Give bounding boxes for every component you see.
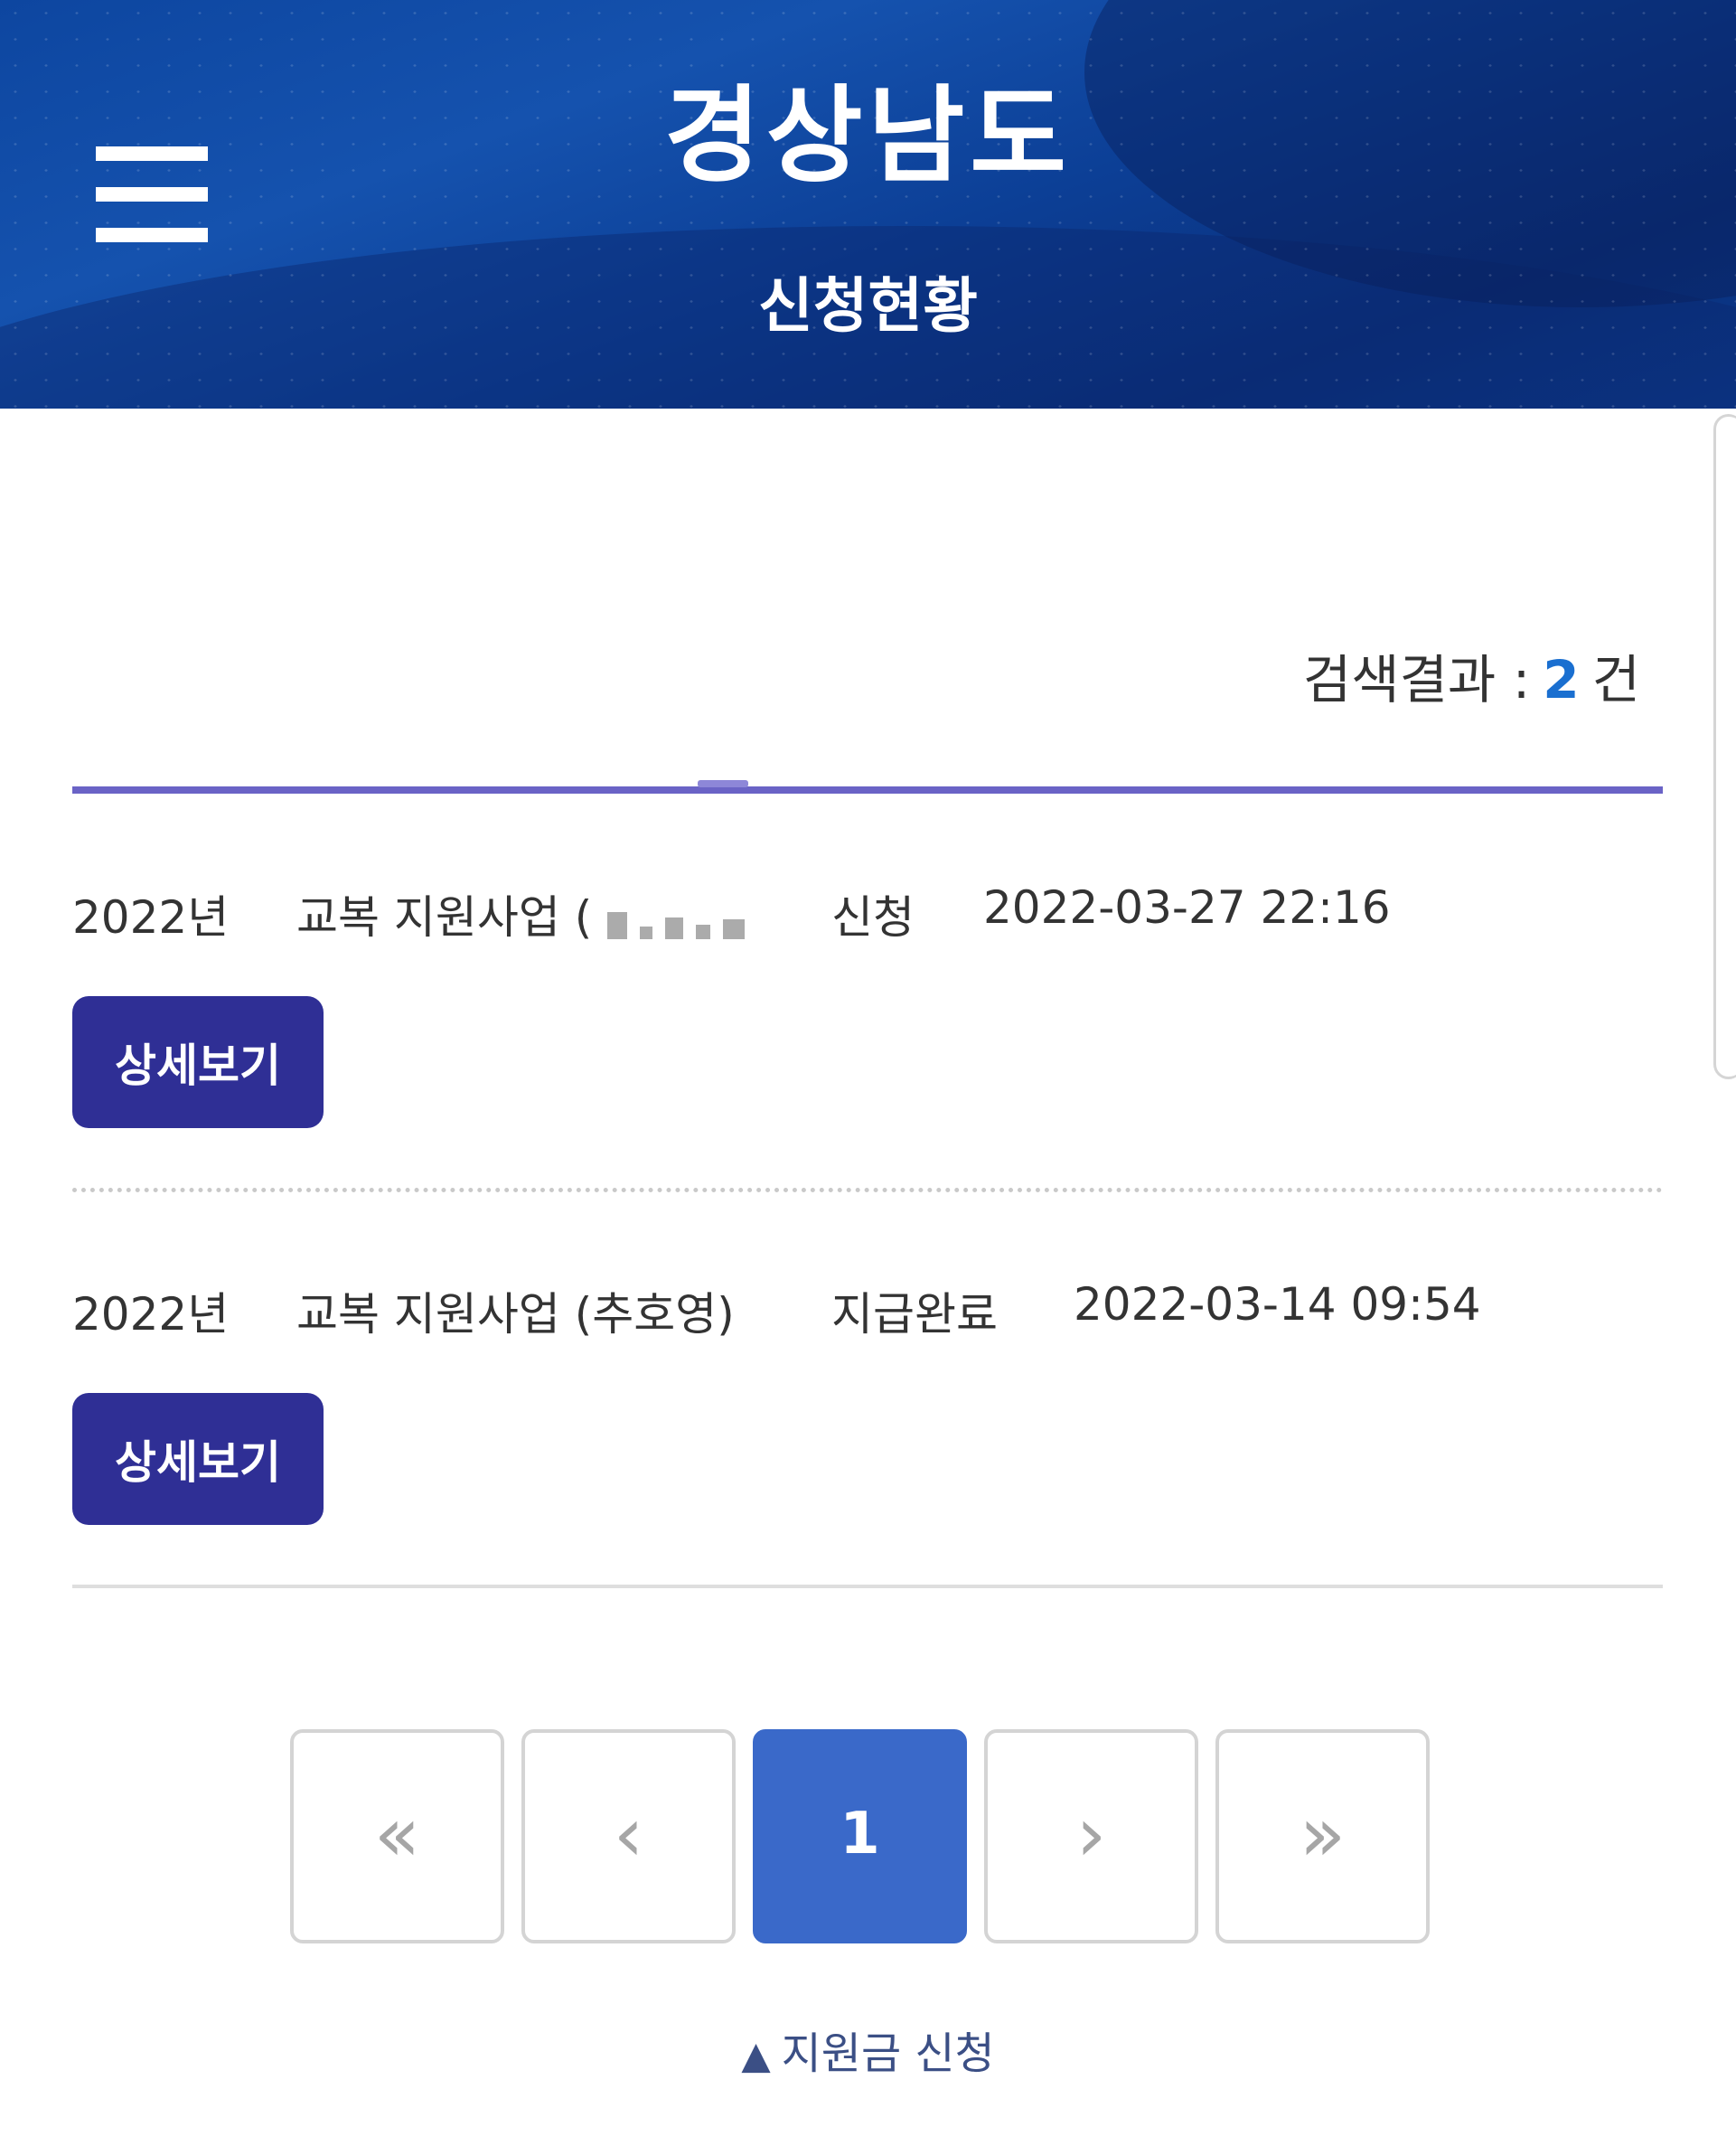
list-item: 2022년 교복 지원사업 (추호영) 지급완료 2022-03-14 09:5…: [72, 1278, 1518, 1341]
detail-view-button[interactable]: 상세보기: [72, 996, 324, 1128]
up-triangle-icon: ▲: [741, 2033, 771, 2077]
apply-subsidy-label: 지원금 신청: [781, 2028, 995, 2079]
search-result-count: 검색결과 :2건: [1084, 637, 1640, 713]
item-status: 지급완료: [831, 1288, 998, 1341]
item-year: 2022년: [72, 891, 230, 944]
page-title: 신청현황: [758, 271, 978, 341]
item-program: 교복 지원사업 (추호영): [296, 1288, 735, 1341]
item-status: 신청: [831, 891, 915, 944]
item-datetime: 2022-03-27 22:16: [983, 881, 1391, 934]
item-program: 교복 지원사업 (: [296, 891, 593, 944]
list-item: 2022년 교복 지원사업 ( 신청 2022-03-27 22:16: [72, 881, 1428, 945]
list-top-divider-marker: [698, 780, 748, 787]
result-count-number: 2: [1543, 649, 1580, 710]
next-page-button[interactable]: ›: [984, 1729, 1198, 1943]
item-year: 2022년: [72, 1288, 230, 1341]
redacted-name: [607, 898, 757, 950]
item-datetime: 2022-03-14 09:54: [1074, 1278, 1481, 1331]
result-count-label: 검색결과 :: [1302, 649, 1531, 710]
apply-subsidy-link[interactable]: ▲ 지원금 신청: [0, 2018, 1736, 2081]
list-top-divider: [72, 786, 1663, 794]
current-page-button[interactable]: 1: [753, 1729, 967, 1943]
list-bottom-divider: [72, 1585, 1663, 1588]
brand-logo: 경상남도: [664, 74, 1072, 197]
item-divider: [72, 1188, 1663, 1192]
scrollbar[interactable]: [1713, 414, 1736, 1079]
first-page-button[interactable]: «: [290, 1729, 504, 1943]
result-count-unit: 건: [1591, 649, 1640, 710]
detail-view-button[interactable]: 상세보기: [72, 1393, 324, 1525]
page-header: 경상남도 신청현황: [0, 0, 1736, 409]
prev-page-button[interactable]: ‹: [521, 1729, 736, 1943]
last-page-button[interactable]: »: [1215, 1729, 1430, 1943]
